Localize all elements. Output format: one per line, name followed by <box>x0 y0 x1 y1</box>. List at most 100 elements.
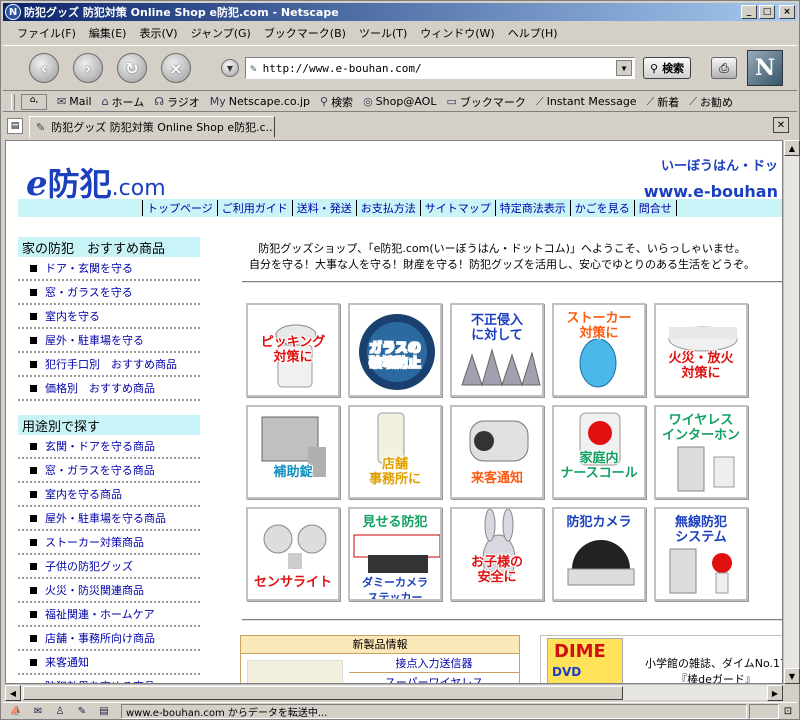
personal-toolbar-item[interactable]: ☊ ラジオ <box>154 94 200 110</box>
toolbar-grip[interactable] <box>11 93 15 110</box>
magazine-line-2[interactable]: 『棒deガード』 <box>645 672 782 683</box>
sidebar-item[interactable]: 子供の防犯グッズ <box>18 555 200 579</box>
tile-children[interactable]: お子様の 安全に <box>450 507 544 601</box>
address-book-icon[interactable]: ▤ <box>95 704 113 718</box>
topnav-link[interactable]: かごを見る <box>569 200 634 216</box>
close-button[interactable]: × <box>779 5 795 19</box>
scroll-left-icon[interactable]: ◀ <box>5 685 21 701</box>
topnav-link[interactable]: 特定商法表示 <box>494 200 570 216</box>
url-field[interactable]: ✎ http://www.e-bouhan.com/ ▼ <box>245 57 635 79</box>
sidebar-item[interactable]: 室内を守る <box>18 305 200 329</box>
new-product-thumbnail[interactable] <box>247 660 343 683</box>
scroll-down-icon[interactable]: ▼ <box>784 668 800 684</box>
personal-toolbar-item[interactable]: ⚲ 検索 <box>320 94 353 110</box>
scroll-up-icon[interactable]: ▲ <box>784 140 800 156</box>
tab-current[interactable]: ✎ 防犯グッズ 防犯対策 Online Shop e防犯.c... <box>29 116 275 138</box>
square-bullet-icon <box>30 490 37 498</box>
tile-visitor[interactable]: 来客通知 <box>450 405 544 499</box>
maximize-button[interactable]: □ <box>759 5 775 19</box>
scroll-right-icon[interactable]: ▶ <box>767 685 783 701</box>
personal-toolbar-item[interactable]: ⌂ ホーム <box>102 94 145 110</box>
topnav-link[interactable]: 送料・発送 <box>291 200 356 216</box>
topnav-link[interactable]: トップページ <box>142 200 217 216</box>
sidebar-item[interactable]: 店舗・事務所向け商品 <box>18 627 200 651</box>
mail-icon[interactable]: ✉ <box>29 704 47 718</box>
tile-showcam[interactable]: 見せる防犯 ダミーカメラ ステッカー <box>348 507 442 601</box>
history-dropdown-icon[interactable]: ▼ <box>221 59 239 77</box>
url-dropdown-icon[interactable]: ▼ <box>616 60 632 76</box>
tile-intercom[interactable]: ワイヤレス インターホン <box>654 405 748 499</box>
home-toolbar-button[interactable]: ⌂, <box>21 93 47 110</box>
navigator-icon[interactable]: ⛵ <box>7 704 25 718</box>
tile-fire[interactable]: 火災・放火 対策に <box>654 303 748 397</box>
search-button[interactable]: ⚲ 検索 <box>643 57 692 79</box>
top-navigation: トップページ ご利用ガイド 送料・発送 お支払方法 サイトマップ 特定商法表示 かごを見る問… <box>18 199 782 217</box>
sidebar-item[interactable]: 室内を守る商品 <box>18 483 200 507</box>
back-button[interactable]: ‹ <box>29 53 59 83</box>
divider <box>242 619 782 621</box>
sidebar-item[interactable]: 価格別 おすすめ商品 <box>18 377 200 401</box>
new-product-link[interactable]: 接点入力送信器 <box>349 655 519 673</box>
personal-toolbar-item[interactable]: ⟋ Instant Message <box>536 94 637 110</box>
tile-label: 家庭内 ナースコール <box>560 451 638 481</box>
print-icon[interactable]: ⎙ <box>711 57 738 79</box>
tile-pickpocket[interactable]: ピッキング 対策に <box>246 303 340 397</box>
sidebar-item[interactable]: 屋外・駐車場を守る商品 <box>18 507 200 531</box>
personal-toolbar-item[interactable]: ✉ Mail <box>57 94 92 110</box>
topnav-link[interactable]: 問合せ <box>633 200 677 216</box>
topnav-link[interactable]: サイトマップ <box>419 200 495 216</box>
tile-sensorlight[interactable]: センサライト <box>246 507 340 601</box>
sidebar-item[interactable]: ストーカー対策商品 <box>18 531 200 555</box>
netscape-logo[interactable]: N <box>747 50 784 86</box>
tile-camera[interactable]: 防犯カメラ <box>552 507 646 601</box>
vertical-scrollbar[interactable]: ▲ ▼ <box>783 140 800 684</box>
close-tab-button[interactable]: ✕ <box>773 117 789 133</box>
sidebar-item[interactable]: ドア・玄関を守る <box>18 257 200 281</box>
menu-file[interactable]: ファイル(F) <box>17 25 76 41</box>
forward-button[interactable]: › <box>73 53 103 83</box>
sidebar-item[interactable]: 玄関・ドアを守る商品 <box>18 435 200 459</box>
reload-button[interactable]: ↻ <box>117 53 147 83</box>
tile-auxlock[interactable]: 補助錠 <box>246 405 340 499</box>
menu-bookmarks[interactable]: ブックマーク(B) <box>264 25 346 41</box>
sidebar-item[interactable]: 福祉関連・ホームケア <box>18 603 200 627</box>
topnav-link[interactable]: お支払方法 <box>355 200 420 216</box>
stop-button[interactable]: × <box>161 53 191 83</box>
tile-nursecall[interactable]: 家庭内 ナースコール <box>552 405 646 499</box>
tile-intrusion[interactable]: 不正侵入 に対して <box>450 303 544 397</box>
sidebar-item[interactable]: 犯行手口別 おすすめ商品 <box>18 353 200 377</box>
sidebar-section-recommended: 家の防犯 おすすめ商品 <box>18 237 200 257</box>
sidebar-item[interactable]: 火災・防災関連商品 <box>18 579 200 603</box>
sidebar-item[interactable]: 窓・ガラスを守る <box>18 281 200 305</box>
menu-go[interactable]: ジャンプ(G) <box>191 25 251 41</box>
menu-window[interactable]: ウィンドウ(W) <box>420 25 494 41</box>
personal-toolbar-item[interactable]: My Netscape.co.jp <box>210 94 310 110</box>
horizontal-scroll-thumb[interactable] <box>23 686 623 700</box>
tile-stalker[interactable]: ストーカー 対策に <box>552 303 646 397</box>
im-icon[interactable]: ♙ <box>51 704 69 718</box>
horizontal-scrollbar[interactable]: ◀ ▶ <box>5 684 783 701</box>
menu-view[interactable]: 表示(V) <box>139 25 177 41</box>
sidebar-item[interactable]: 来客通知 <box>18 651 200 675</box>
personal-toolbar-item[interactable]: ⟋ 新着 <box>647 94 680 110</box>
personal-toolbar-item[interactable]: ⟋ お勧め <box>689 94 733 110</box>
tile-shop[interactable]: 店舗 事務所に <box>348 405 442 499</box>
netscape-app-icon[interactable]: N <box>5 4 21 20</box>
composer-icon[interactable]: ✎ <box>73 704 91 718</box>
personal-toolbar-item[interactable]: ◎ Shop@AOL <box>363 94 436 110</box>
magazine-cover[interactable]: DIME DVD <box>547 638 623 683</box>
tile-wireless[interactable]: 無線防犯 システム <box>654 507 748 601</box>
menu-help[interactable]: ヘルプ(H) <box>508 25 558 41</box>
minimize-button[interactable]: _ <box>741 5 757 19</box>
new-product-link[interactable]: スーパーワイヤレス <box>349 674 519 683</box>
topnav-link[interactable]: ご利用ガイド <box>216 200 292 216</box>
new-tab-icon[interactable]: ▤ <box>7 118 23 134</box>
sidebar-item[interactable]: 防犯効果を高める商品 <box>18 675 200 683</box>
security-icon[interactable]: ⊡ <box>779 706 797 717</box>
menu-edit[interactable]: 編集(E) <box>89 25 127 41</box>
tile-glass[interactable]: ガラスの 破壊防止 <box>348 303 442 397</box>
menu-tools[interactable]: ツール(T) <box>359 25 407 41</box>
personal-toolbar-item[interactable]: ▭ ブックマーク <box>446 94 525 110</box>
sidebar-item[interactable]: 屋外・駐車場を守る <box>18 329 200 353</box>
sidebar-item[interactable]: 窓・ガラスを守る商品 <box>18 459 200 483</box>
